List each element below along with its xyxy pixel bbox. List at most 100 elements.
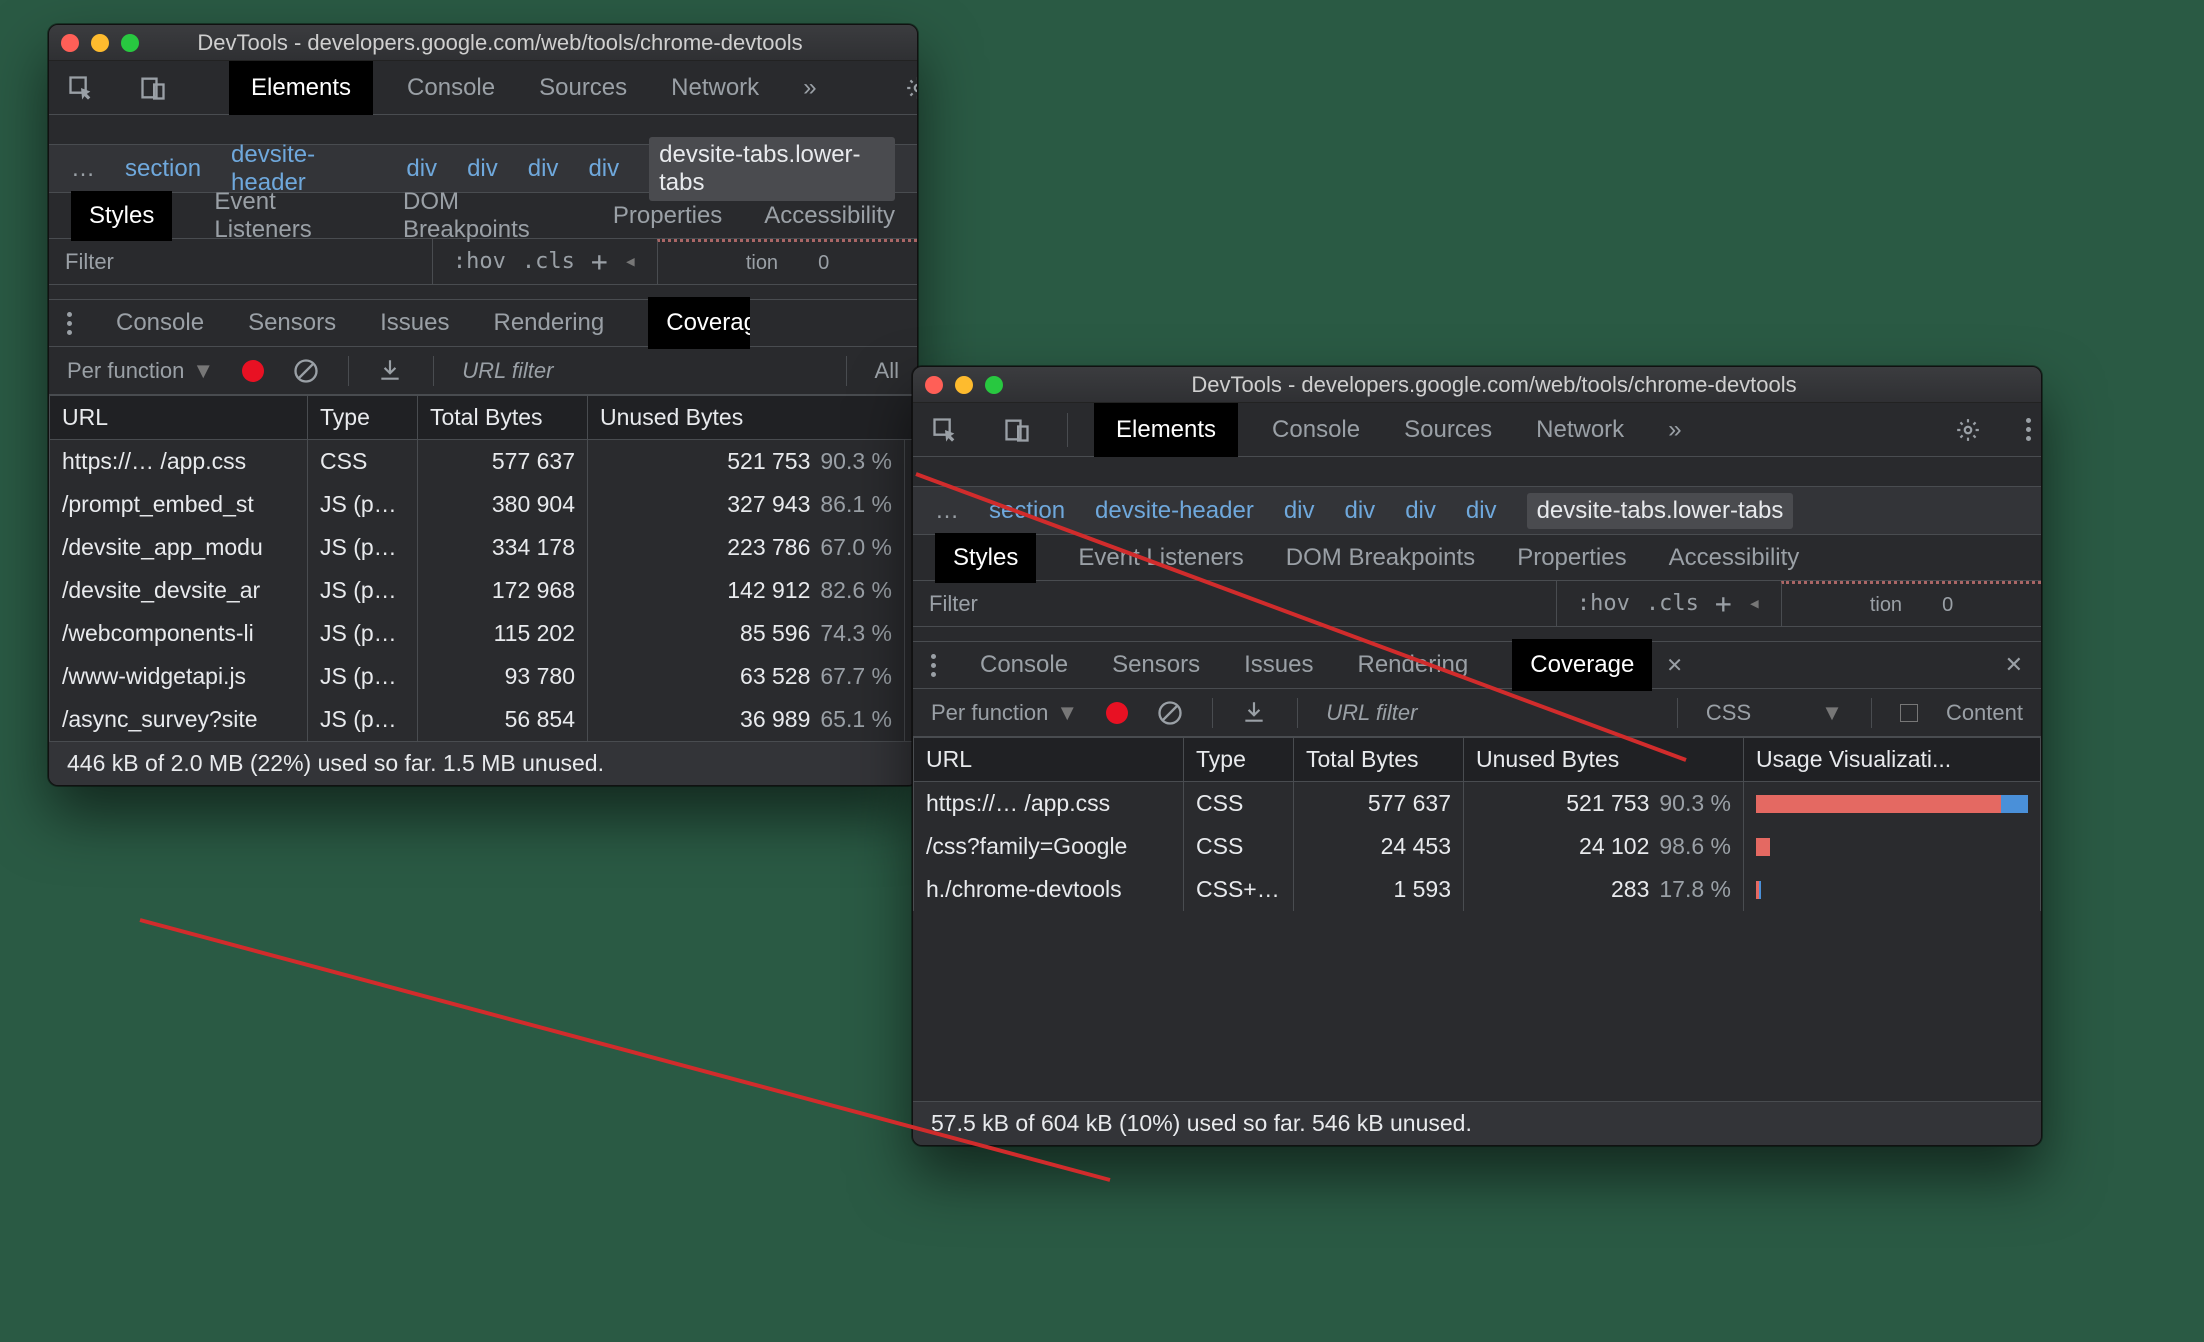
type-filter-select[interactable]: All [875,358,899,384]
col-type[interactable]: Type [308,396,418,440]
minimize-window-button[interactable] [955,376,973,394]
col-total[interactable]: Total Bytes [418,396,588,440]
drawer-tab-rendering[interactable]: Rendering [493,309,604,337]
tab-console[interactable]: Console [1272,416,1360,444]
content-scripts-checkbox[interactable] [1900,704,1918,722]
col-url[interactable]: URL [914,738,1184,782]
close-window-button[interactable] [925,376,943,394]
tab-properties[interactable]: Properties [1517,544,1626,572]
export-icon[interactable] [1241,699,1269,727]
breadcrumb-item[interactable]: section [125,155,201,183]
url-filter-input[interactable]: URL filter [462,358,817,384]
cls-toggle[interactable]: .cls [522,249,575,274]
drawer-tab-rendering[interactable]: Rendering [1357,651,1468,679]
drawer-tab-coverage[interactable]: Coverag [648,297,750,349]
device-toggle-icon[interactable] [139,74,167,102]
drawer-tab-issues[interactable]: Issues [380,309,449,337]
table-row[interactable]: /async_survey?siteJS (p…56 85436 98965.1… [50,698,917,741]
kebab-icon[interactable] [2026,418,2031,441]
tab-dom-breakpoints[interactable]: DOM Breakpoints [403,188,571,244]
more-tabs-chevron[interactable]: » [1668,416,1681,444]
tab-properties[interactable]: Properties [613,202,722,230]
maximize-window-button[interactable] [985,376,1003,394]
inspect-icon[interactable] [67,74,95,102]
col-type[interactable]: Type [1184,738,1294,782]
breadcrumb-item[interactable]: div [1345,497,1376,525]
tab-event-listeners[interactable]: Event Listeners [1078,544,1243,572]
col-unused[interactable]: Unused Bytes [1464,738,1744,782]
inspect-icon[interactable] [931,416,959,444]
tab-styles[interactable]: Styles [935,533,1036,583]
tab-accessibility[interactable]: Accessibility [764,202,895,230]
filter-input[interactable]: Filter [65,249,114,275]
new-style-rule-button[interactable]: + [591,245,608,278]
breadcrumb-ellipsis[interactable]: … [935,497,959,525]
drawer-tab-sensors[interactable]: Sensors [1112,651,1200,679]
granularity-select[interactable]: Per function ▼ [67,358,214,384]
new-style-rule-button[interactable]: + [1715,587,1732,620]
breadcrumb-item[interactable]: div [588,155,619,183]
clear-icon[interactable] [1156,699,1184,727]
titlebar[interactable]: DevTools - developers.google.com/web/too… [49,25,917,61]
table-row[interactable]: /devsite_devsite_arJS (p…172 968142 9128… [50,569,917,612]
drawer-tab-console[interactable]: Console [980,651,1068,679]
record-button[interactable] [1106,702,1128,724]
type-filter-select[interactable]: CSS ▼ [1706,700,1843,726]
col-unused[interactable]: Unused Bytes [588,396,917,440]
breadcrumb-ellipsis[interactable]: … [71,155,95,183]
breadcrumb-selected[interactable]: devsite-tabs.lower-tabs [1527,493,1794,529]
breadcrumb-item[interactable]: div [1284,497,1315,525]
drawer-close-icon[interactable]: ✕ [2005,652,2023,678]
drawer-tab-console[interactable]: Console [116,309,204,337]
minimize-window-button[interactable] [91,34,109,52]
tab-sources[interactable]: Sources [1404,416,1492,444]
more-tabs-chevron[interactable]: » [803,74,816,102]
granularity-select[interactable]: Per function ▼ [931,700,1078,726]
tab-elements[interactable]: Elements [1094,403,1238,457]
breadcrumb-item[interactable]: div [1466,497,1497,525]
hov-toggle[interactable]: :hov [1577,591,1630,616]
tab-console[interactable]: Console [407,74,495,102]
tab-styles[interactable]: Styles [71,191,172,241]
record-button[interactable] [242,360,264,382]
breadcrumb-item[interactable]: section [989,497,1065,525]
table-row[interactable]: /css?family=GoogleCSS24 45324 10298.6 % [914,825,2041,868]
hov-toggle[interactable]: :hov [453,249,506,274]
filter-input[interactable]: Filter [929,591,978,617]
col-url[interactable]: URL [50,396,308,440]
cls-toggle[interactable]: .cls [1646,591,1699,616]
export-icon[interactable] [377,357,405,385]
col-usage[interactable]: Usage Visualizati... [1744,738,2041,782]
gear-icon[interactable] [1954,416,1982,444]
table-row[interactable]: /webcomponents-liJS (p…115 20285 59674.3… [50,612,917,655]
breadcrumb-item[interactable]: div [1405,497,1436,525]
tab-network[interactable]: Network [1536,416,1624,444]
table-row[interactable]: https://… /app.cssCSS577 637521 75390.3 … [50,440,917,484]
url-filter-input[interactable]: URL filter [1326,700,1649,726]
close-window-button[interactable] [61,34,79,52]
drawer-tab-issues[interactable]: Issues [1244,651,1313,679]
breadcrumb-item[interactable]: devsite-header [1095,497,1254,525]
clear-icon[interactable] [292,357,320,385]
drawer-kebab-icon[interactable] [931,654,936,677]
drawer-tab-sensors[interactable]: Sensors [248,309,336,337]
scroll-left-icon[interactable]: ◂ [624,249,637,274]
titlebar[interactable]: DevTools - developers.google.com/web/too… [913,367,2041,403]
scroll-left-icon[interactable]: ◂ [1748,591,1761,616]
breadcrumb-item[interactable]: div [467,155,498,183]
device-toggle-icon[interactable] [1003,416,1031,444]
tab-elements[interactable]: Elements [229,61,373,115]
tab-dom-breakpoints[interactable]: DOM Breakpoints [1286,544,1475,572]
gear-icon[interactable] [905,74,918,102]
drawer-kebab-icon[interactable] [67,312,72,335]
breadcrumb-item[interactable]: div [406,155,437,183]
close-icon[interactable]: ✕ [1666,653,1683,678]
tab-network[interactable]: Network [671,74,759,102]
tab-accessibility[interactable]: Accessibility [1669,544,1800,572]
table-row[interactable]: /devsite_app_moduJS (p…334 178223 78667.… [50,526,917,569]
breadcrumb-selected[interactable]: devsite-tabs.lower-tabs [649,137,895,201]
maximize-window-button[interactable] [121,34,139,52]
table-row[interactable]: /www-widgetapi.jsJS (p…93 78063 52867.7 … [50,655,917,698]
tab-event-listeners[interactable]: Event Listeners [214,188,361,244]
tab-sources[interactable]: Sources [539,74,627,102]
